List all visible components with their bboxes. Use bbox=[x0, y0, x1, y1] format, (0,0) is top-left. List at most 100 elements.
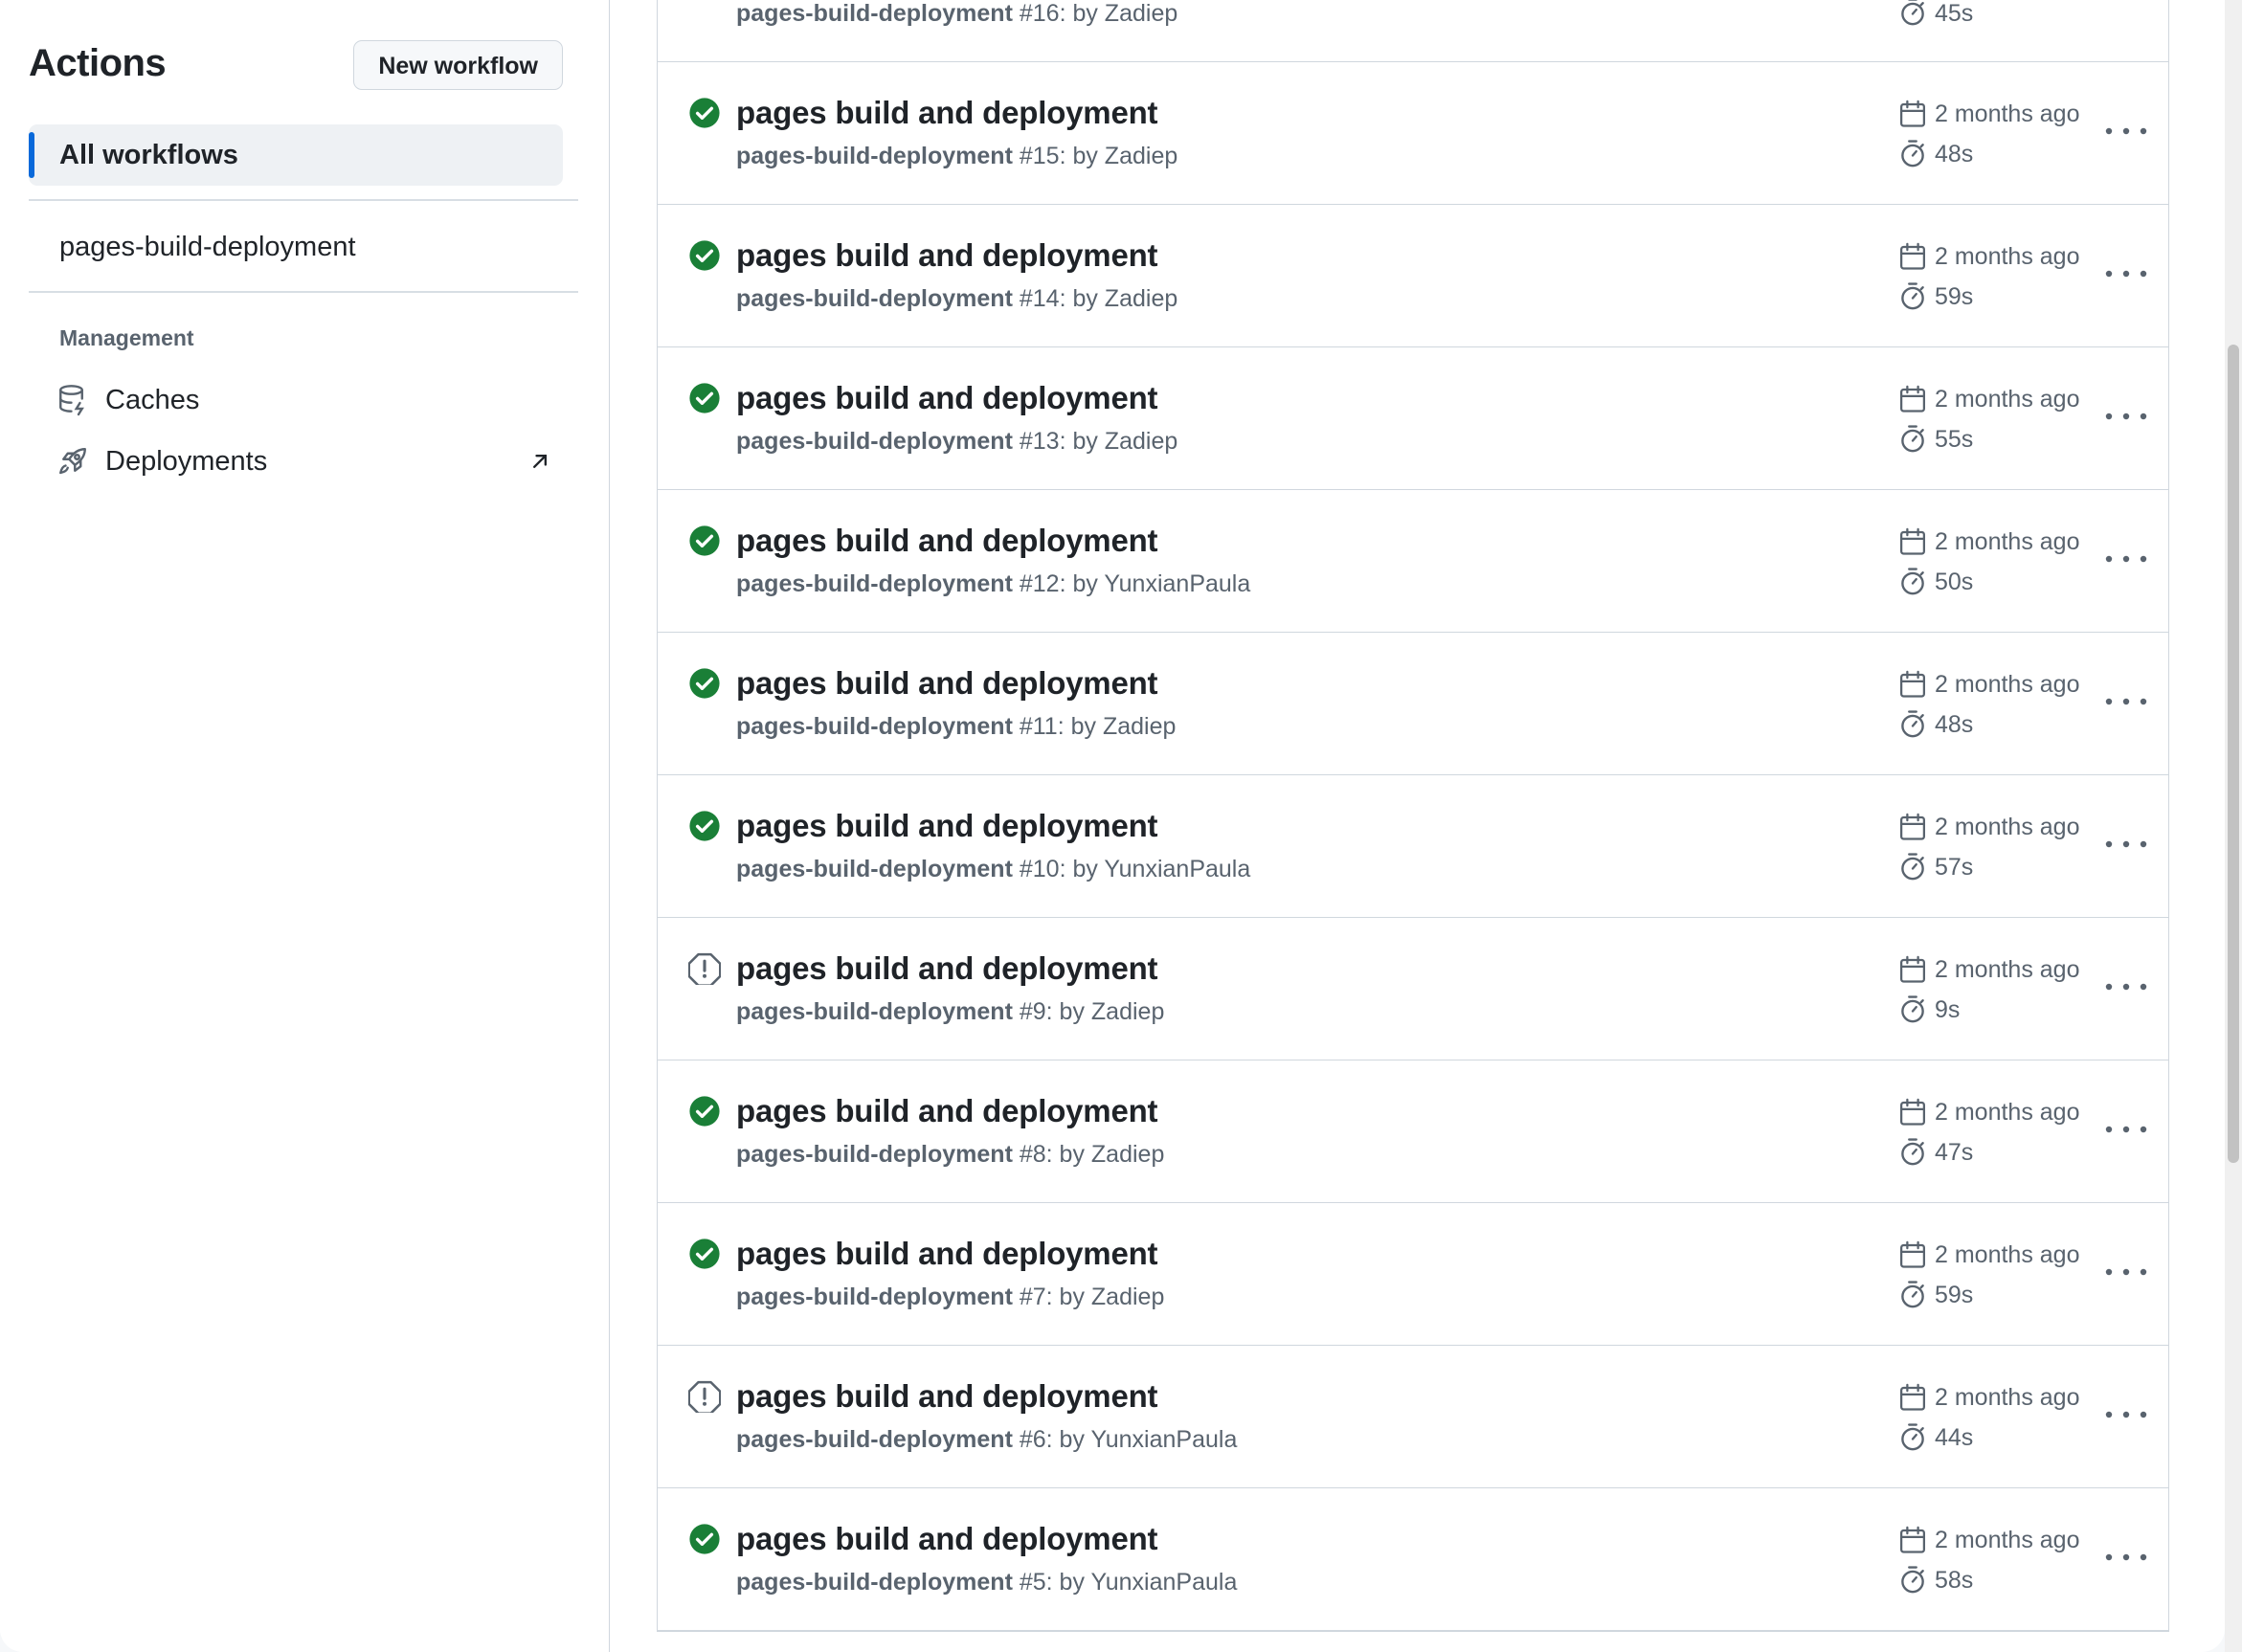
workflow-run-row[interactable]: pages build and deployment pages-build-de… bbox=[658, 62, 2168, 205]
run-duration: 48s bbox=[1935, 711, 1974, 738]
sidebar-header: Actions New workflow bbox=[29, 36, 563, 94]
sidebar-item-deployments[interactable]: Deployments bbox=[56, 440, 553, 482]
kebab-menu-icon[interactable] bbox=[2097, 1538, 2155, 1576]
external-link-icon bbox=[533, 455, 547, 468]
run-workflow-name: pages-build-deployment bbox=[736, 998, 1013, 1025]
run-date: 2 months ago bbox=[1935, 1527, 2080, 1553]
run-duration: 45s bbox=[1935, 0, 1974, 27]
workflow-run-row[interactable]: pages build and deployment pages-build-de… bbox=[658, 1203, 2168, 1346]
check-circle-icon bbox=[689, 383, 720, 413]
run-duration: 9s bbox=[1935, 996, 1961, 1023]
sidebar-item-all-workflows[interactable]: All workflows bbox=[29, 124, 563, 186]
calendar-icon bbox=[1900, 1383, 1925, 1411]
page-title: Actions bbox=[29, 42, 167, 84]
run-title[interactable]: pages build and deployment bbox=[736, 380, 1158, 416]
kebab-menu-icon[interactable] bbox=[2097, 1110, 2155, 1149]
run-duration: 48s bbox=[1935, 141, 1974, 167]
run-workflow-name: pages-build-deployment bbox=[736, 1284, 1013, 1310]
run-workflow-name: pages-build-deployment bbox=[736, 713, 1013, 740]
run-workflow-name: pages-build-deployment bbox=[736, 0, 1013, 27]
kebab-menu-icon[interactable] bbox=[2097, 1395, 2155, 1434]
run-title[interactable]: pages build and deployment bbox=[736, 808, 1158, 844]
run-number-author: #6: by YunxianPaula bbox=[1012, 1426, 1238, 1453]
workflow-run-row[interactable]: pages build and deployment pages-build-de… bbox=[658, 490, 2168, 633]
calendar-icon bbox=[1900, 955, 1925, 983]
stopwatch-icon bbox=[1901, 1423, 1924, 1451]
sidebar-item-caches[interactable]: Caches bbox=[56, 379, 553, 421]
run-title[interactable]: pages build and deployment bbox=[736, 237, 1158, 274]
stopwatch-icon bbox=[1901, 282, 1924, 310]
run-duration: 57s bbox=[1935, 854, 1974, 881]
run-title[interactable]: pages build and deployment bbox=[736, 1093, 1158, 1129]
kebab-menu-icon[interactable] bbox=[2097, 540, 2155, 578]
run-date: 2 months ago bbox=[1935, 1099, 2080, 1126]
calendar-icon bbox=[1900, 242, 1925, 270]
new-workflow-button[interactable]: New workflow bbox=[353, 40, 563, 90]
calendar-icon bbox=[1900, 1240, 1925, 1268]
run-duration: 47s bbox=[1935, 1139, 1974, 1166]
workflow-run-row[interactable]: pages build and deployment pages-build-de… bbox=[658, 1488, 2168, 1631]
run-workflow-name: pages-build-deployment bbox=[736, 428, 1013, 455]
workflow-run-row[interactable]: pages build and deployment pages-build-de… bbox=[658, 205, 2168, 347]
stopwatch-icon bbox=[1901, 140, 1924, 167]
run-meta: pages-build-deployment #6: by YunxianPau… bbox=[736, 1426, 1237, 1454]
sidebar-item-pages-build-deployment[interactable]: pages-build-deployment bbox=[59, 232, 356, 263]
check-circle-icon bbox=[689, 525, 720, 556]
workflow-run-row[interactable]: pages build and deployment pages-build-de… bbox=[658, 347, 2168, 490]
sidebar-item-label: All workflows bbox=[59, 140, 238, 170]
workflow-run-row[interactable]: pages build and deployment pages-build-de… bbox=[658, 918, 2168, 1060]
app-window: Actions New workflow All workflows pages… bbox=[0, 0, 2225, 1652]
run-number-author: #13: by Zadiep bbox=[1012, 428, 1178, 455]
run-date: 2 months ago bbox=[1935, 243, 2080, 270]
stopwatch-icon bbox=[1901, 1138, 1924, 1166]
scrollbar-thumb[interactable] bbox=[2228, 345, 2239, 1163]
divider bbox=[29, 291, 578, 293]
run-number-author: #15: by Zadiep bbox=[1012, 143, 1178, 169]
divider bbox=[29, 199, 578, 201]
calendar-icon bbox=[1900, 1098, 1925, 1126]
workflow-runs-list: pages-build-deployment #16: by Zadiep 45s… bbox=[657, 0, 2169, 1632]
run-number-author: #8: by Zadiep bbox=[1012, 1141, 1165, 1168]
alert-octagon-icon bbox=[688, 1380, 721, 1413]
run-meta: pages-build-deployment #7: by Zadiep bbox=[736, 1284, 1164, 1311]
workflow-run-row[interactable]: pages-build-deployment #16: by Zadiep 45s bbox=[658, 0, 2168, 62]
rocket-icon bbox=[59, 448, 86, 475]
kebab-menu-icon[interactable] bbox=[2097, 825, 2155, 863]
run-number-author: #7: by Zadiep bbox=[1012, 1284, 1165, 1310]
run-title[interactable]: pages build and deployment bbox=[736, 1236, 1158, 1272]
management-heading: Management bbox=[59, 325, 194, 350]
workflow-run-row[interactable]: pages build and deployment pages-build-de… bbox=[658, 775, 2168, 918]
run-title[interactable]: pages build and deployment bbox=[736, 523, 1158, 559]
kebab-menu-icon[interactable] bbox=[2097, 1253, 2155, 1291]
run-title[interactable]: pages build and deployment bbox=[736, 1378, 1158, 1415]
run-title[interactable]: pages build and deployment bbox=[736, 950, 1158, 987]
kebab-menu-icon[interactable] bbox=[2097, 397, 2155, 435]
run-meta: pages-build-deployment #16: by Zadiep bbox=[736, 0, 1177, 28]
run-number-author: #5: by YunxianPaula bbox=[1012, 1569, 1238, 1596]
active-indicator bbox=[29, 132, 34, 178]
workflow-run-row[interactable]: pages build and deployment pages-build-de… bbox=[658, 1346, 2168, 1488]
calendar-icon bbox=[1900, 385, 1925, 413]
run-title[interactable]: pages build and deployment bbox=[736, 665, 1158, 702]
stopwatch-icon bbox=[1901, 0, 1924, 26]
workflow-run-row[interactable]: pages build and deployment pages-build-de… bbox=[658, 633, 2168, 775]
run-workflow-name: pages-build-deployment bbox=[736, 1141, 1013, 1168]
run-date: 2 months ago bbox=[1935, 528, 2080, 555]
kebab-menu-icon[interactable] bbox=[2097, 0, 2155, 8]
workflow-run-row[interactable]: pages build and deployment pages-build-de… bbox=[658, 1060, 2168, 1203]
run-meta: pages-build-deployment #15: by Zadiep bbox=[736, 143, 1177, 170]
run-duration: 59s bbox=[1935, 283, 1974, 310]
run-workflow-name: pages-build-deployment bbox=[736, 1426, 1013, 1453]
run-number-author: #16: by Zadiep bbox=[1012, 0, 1178, 27]
kebab-menu-icon[interactable] bbox=[2097, 682, 2155, 721]
stopwatch-icon bbox=[1901, 425, 1924, 453]
kebab-menu-icon[interactable] bbox=[2097, 255, 2155, 293]
run-title[interactable]: pages build and deployment bbox=[736, 1521, 1158, 1557]
run-date: 2 months ago bbox=[1935, 100, 2080, 127]
run-date: 2 months ago bbox=[1935, 671, 2080, 698]
run-meta: pages-build-deployment #10: by YunxianPa… bbox=[736, 856, 1250, 883]
run-meta: pages-build-deployment #9: by Zadiep bbox=[736, 998, 1164, 1026]
kebab-menu-icon[interactable] bbox=[2097, 112, 2155, 150]
run-title[interactable]: pages build and deployment bbox=[736, 95, 1158, 131]
kebab-menu-icon[interactable] bbox=[2097, 968, 2155, 1006]
